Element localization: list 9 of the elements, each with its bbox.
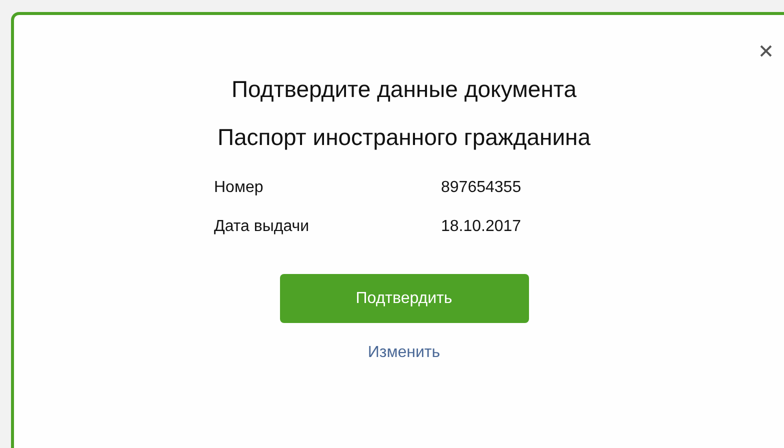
field-label: Номер [214, 178, 264, 198]
field-value: 18.10.2017 [441, 217, 522, 237]
field-value: 897654355 [441, 178, 522, 198]
field-label: Дата выдачи [214, 217, 310, 237]
change-link[interactable]: Изменить [368, 342, 440, 364]
confirm-button[interactable]: Подтвердить [280, 274, 528, 323]
document-type: Паспорт иностранного гражданина [217, 123, 591, 152]
dialog-title: Подтвердите данные документа [232, 75, 576, 104]
close-icon[interactable] [760, 45, 772, 57]
